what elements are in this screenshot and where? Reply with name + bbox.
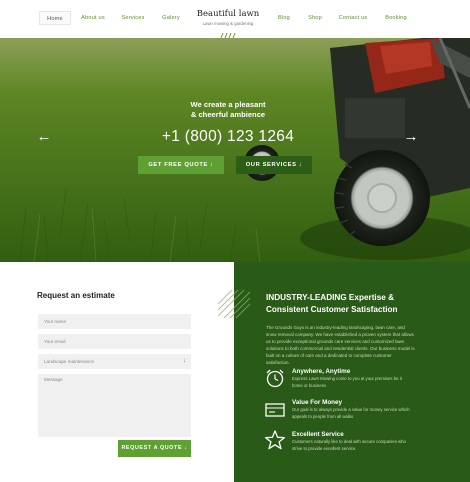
star-icon	[264, 430, 286, 450]
nav-home[interactable]: Home	[39, 11, 71, 25]
features-panel: INDUSTRY-LEADING Expertise & Consistent …	[234, 262, 470, 482]
features-title-line1: INDUSTRY-LEADING Expertise &	[266, 293, 394, 302]
features-title: INDUSTRY-LEADING Expertise & Consistent …	[266, 292, 416, 316]
nav-galery[interactable]: Galery	[157, 11, 185, 25]
feature-desc-anywhere: Express Lawn Mowing come to you at your …	[292, 376, 402, 388]
service-select-value: Landscape maintenance	[44, 359, 95, 364]
name-input[interactable]: Your name	[38, 314, 191, 329]
email-input[interactable]: Your email	[38, 334, 191, 349]
request-quote-button[interactable]: REQUEST A QUOTE ↓	[118, 440, 191, 457]
brand-logo[interactable]: Beautiful lawn Lawn mowing & gardening	[188, 9, 268, 27]
hero-tagline: We create a pleasant & cheerful ambience	[150, 100, 306, 120]
estimate-form: Request an estimate Your name Your email…	[0, 262, 234, 482]
nav-booking[interactable]: Booking	[381, 11, 411, 25]
diagonal-lines-deco-icon	[218, 290, 250, 318]
nav-about[interactable]: About us	[77, 11, 109, 25]
slider-next-arrow-icon[interactable]: →	[402, 129, 420, 145]
brand-subtitle: Lawn mowing & gardening	[202, 21, 254, 26]
get-free-quote-button[interactable]: GET FREE QUOTE ↓	[138, 156, 224, 174]
feature-name-anywhere: Anywhere, Anytime	[292, 368, 351, 375]
nav-contact[interactable]: Contact us	[335, 11, 371, 25]
brand-title: Beautiful lawn	[196, 9, 260, 19]
service-select[interactable]: Landscape maintenance ↓	[38, 354, 191, 369]
features-intro: The Grounds Guys is an industry-leading …	[266, 325, 415, 365]
estimate-title: Request an estimate	[37, 291, 115, 300]
chevron-down-icon: ↓	[183, 358, 186, 364]
lawn-mower-photo	[0, 38, 470, 262]
slider-prev-arrow-icon[interactable]: ←	[35, 129, 53, 145]
nav-blog[interactable]: Blog	[274, 11, 294, 25]
money-icon	[265, 403, 285, 417]
our-services-button[interactable]: OUR SERVICES ↓	[236, 156, 312, 174]
nav-services[interactable]: Services	[118, 11, 148, 25]
hero-phone[interactable]: +1 (800) 123 1264	[140, 126, 316, 148]
nav-shop[interactable]: Shop	[305, 11, 325, 25]
feature-desc-service: Customers naturally like to deal with se…	[292, 439, 406, 451]
hero-banner: We create a pleasant & cheerful ambience…	[0, 38, 470, 262]
alarm-clock-icon	[266, 369, 284, 388]
message-textarea[interactable]: Message	[38, 374, 191, 437]
features-title-line2: Consistent Customer Satisfaction	[266, 305, 398, 314]
hero-tagline-line1: We create a pleasant	[190, 100, 266, 109]
feature-desc-value: Our goal is to always provide a value fo…	[292, 407, 410, 419]
hero-tagline-line2: & cheerful ambience	[190, 110, 266, 119]
feature-name-service: Excellent Service	[292, 431, 344, 438]
feature-name-value: Value For Money	[292, 399, 343, 406]
site-header: Home About us Services Galery Beautiful …	[0, 0, 470, 38]
